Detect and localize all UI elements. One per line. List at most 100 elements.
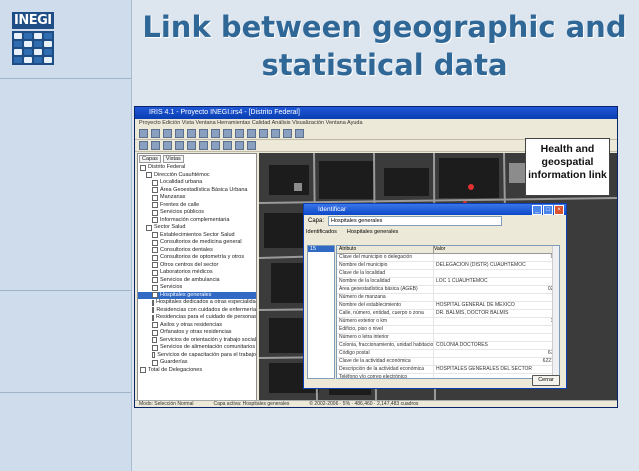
tree-node[interactable]: Total de Delegaciones xyxy=(138,367,256,375)
tree-node[interactable]: Servicios de capacitación para el trabaj… xyxy=(138,352,256,360)
tab-vistas[interactable]: Vistas xyxy=(162,155,184,163)
tool-icon[interactable] xyxy=(139,141,148,150)
layer-select[interactable]: Hospitales generales xyxy=(328,215,503,226)
table-row: Clave del municipio o delegación015 xyxy=(337,254,559,262)
checkbox[interactable] xyxy=(152,269,158,276)
checkbox[interactable] xyxy=(146,172,152,179)
tool-icon[interactable] xyxy=(271,129,280,138)
checkbox[interactable] xyxy=(152,239,158,246)
tree-node[interactable]: Residencias para el cuidado de personas xyxy=(138,314,256,322)
tool-icon[interactable] xyxy=(247,141,256,150)
tree-node[interactable]: Establecimientos Sector Salud xyxy=(138,232,256,240)
tree-node[interactable]: Residencias con cuidados de enfermería xyxy=(138,307,256,315)
tree-node[interactable]: Localidad urbana xyxy=(138,179,256,187)
tree-node[interactable]: Sector Salud xyxy=(138,224,256,232)
checkbox[interactable] xyxy=(152,337,158,344)
checkbox[interactable] xyxy=(152,329,158,336)
checkbox[interactable] xyxy=(152,202,158,209)
value-cell: 0239 xyxy=(434,286,559,293)
tree-node[interactable]: Frentes de calle xyxy=(138,202,256,210)
checkbox[interactable] xyxy=(152,322,158,329)
tool-icon[interactable] xyxy=(175,141,184,150)
tool-icon[interactable] xyxy=(199,141,208,150)
checkbox[interactable] xyxy=(152,187,158,194)
tool-icon[interactable] xyxy=(187,141,196,150)
checkbox[interactable] xyxy=(152,247,158,254)
tab-hospitales[interactable]: Hospitales generales xyxy=(347,229,398,235)
tree-node[interactable]: Servicios de ambulancia xyxy=(138,277,256,285)
tool-icon[interactable] xyxy=(295,129,304,138)
identified-list-header: Identificados xyxy=(306,229,337,235)
tree-node[interactable]: Guarderías xyxy=(138,359,256,367)
tab-capas[interactable]: Capas xyxy=(139,155,161,163)
tree-node-label: Frentes de calle xyxy=(160,201,200,208)
tree-node[interactable]: Servicios de alimentación comunitarios xyxy=(138,344,256,352)
close-icon[interactable]: × xyxy=(554,205,564,215)
checkbox[interactable] xyxy=(152,299,154,306)
app-menubar[interactable]: Proyecto Edición Vista Ventana Herramien… xyxy=(135,119,617,128)
tool-icon[interactable] xyxy=(163,141,172,150)
checkbox[interactable] xyxy=(152,217,158,224)
tree-node[interactable]: Laboratorios médicos xyxy=(138,269,256,277)
inegi-logo: INEGI xyxy=(12,12,54,65)
checkbox[interactable] xyxy=(152,277,158,284)
checkbox[interactable] xyxy=(152,307,155,314)
tree-node[interactable]: Distrito Federal xyxy=(138,164,256,172)
tree-node[interactable]: Hospitales generales xyxy=(138,291,256,299)
tree-node[interactable]: Manzanas xyxy=(138,194,256,202)
tool-icon[interactable] xyxy=(223,129,232,138)
checkbox[interactable] xyxy=(152,292,158,299)
tool-icon[interactable] xyxy=(211,129,220,138)
tree-node[interactable]: Consultorios de medicina general xyxy=(138,239,256,247)
checkbox[interactable] xyxy=(140,367,146,374)
tool-icon[interactable] xyxy=(163,129,172,138)
tool-icon[interactable] xyxy=(235,129,244,138)
attribute-cell: Número o letra interior xyxy=(337,334,434,341)
checkbox[interactable] xyxy=(152,359,158,366)
tree-node[interactable]: Orfanatos y otras residencias xyxy=(138,329,256,337)
tree-node[interactable]: Área Geoestadística Básica Urbana xyxy=(138,187,256,195)
tool-icon[interactable] xyxy=(259,129,268,138)
minimize-icon[interactable]: _ xyxy=(532,205,542,215)
tree-node[interactable]: Hospitales dedicados a otras especialida… xyxy=(138,299,256,307)
tree-node[interactable]: Asilos y otras residencias xyxy=(138,322,256,330)
tool-icon[interactable] xyxy=(151,141,160,150)
checkbox[interactable] xyxy=(152,209,158,216)
table-scrollbar[interactable] xyxy=(552,246,559,378)
tree-node[interactable]: Servicios públicos xyxy=(138,209,256,217)
table-row: Área geoestadística básica (AGEB)0239 xyxy=(337,286,559,294)
checkbox[interactable] xyxy=(140,164,146,171)
tool-icon[interactable] xyxy=(199,129,208,138)
checkbox[interactable] xyxy=(152,232,158,239)
tree-node-label: Localidad urbana xyxy=(160,179,203,185)
checkbox[interactable] xyxy=(152,262,158,269)
identified-item[interactable]: 15 xyxy=(308,246,334,252)
checkbox[interactable] xyxy=(152,284,158,291)
table-row: Teléfono y/o correo electrónico xyxy=(337,374,559,378)
checkbox[interactable] xyxy=(146,224,152,231)
tool-icon[interactable] xyxy=(235,141,244,150)
checkbox[interactable] xyxy=(152,314,154,321)
tool-icon[interactable] xyxy=(247,129,256,138)
checkbox[interactable] xyxy=(152,194,158,201)
tree-node[interactable]: Servicios de orientación y trabajo socia… xyxy=(138,337,256,345)
maximize-icon[interactable]: □ xyxy=(543,205,553,215)
close-button[interactable]: Cerrar xyxy=(532,375,560,386)
tree-node[interactable]: Servicios xyxy=(138,284,256,292)
tool-icon[interactable] xyxy=(139,129,148,138)
checkbox[interactable] xyxy=(152,254,158,261)
tree-node[interactable]: Dirección Cuauhtémoc xyxy=(138,172,256,180)
tree-node[interactable]: Consultorios dentales xyxy=(138,247,256,255)
tool-icon[interactable] xyxy=(211,141,220,150)
checkbox[interactable] xyxy=(152,352,156,359)
tree-node[interactable]: Información complementaria xyxy=(138,217,256,225)
tool-icon[interactable] xyxy=(283,129,292,138)
tool-icon[interactable] xyxy=(187,129,196,138)
tool-icon[interactable] xyxy=(223,141,232,150)
tree-node[interactable]: Consultorios de optometría y otros xyxy=(138,254,256,262)
checkbox[interactable] xyxy=(152,344,158,351)
tool-icon[interactable] xyxy=(175,129,184,138)
tree-node[interactable]: Otros centros del sector xyxy=(138,262,256,270)
checkbox[interactable] xyxy=(152,179,158,186)
tool-icon[interactable] xyxy=(151,129,160,138)
